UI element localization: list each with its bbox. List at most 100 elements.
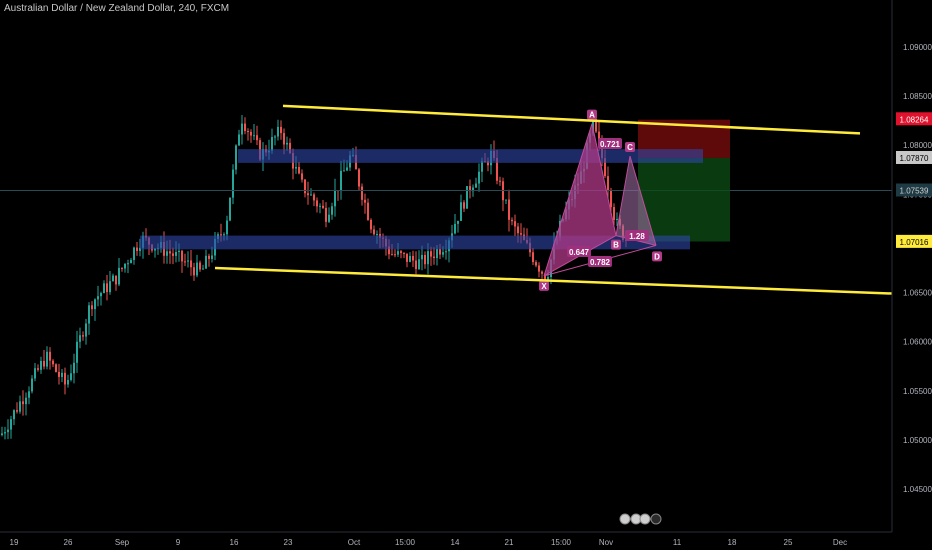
axes: 1.090001.085001.080001.075001.070001.065… (0, 0, 932, 547)
zones-layer (0, 119, 892, 250)
candle-body (121, 267, 123, 269)
candle-body (16, 410, 18, 412)
candle-body (613, 207, 615, 220)
candle-body (13, 410, 15, 420)
y-tick-label: 1.09000 (903, 43, 932, 52)
event-marker-icon[interactable] (639, 513, 651, 525)
candle-body (310, 194, 312, 196)
candle-body (70, 373, 72, 380)
candle-body (307, 193, 309, 196)
y-tick-label: 1.08000 (903, 141, 932, 150)
candle-body (271, 136, 273, 151)
candle-body (532, 252, 534, 263)
event-marker-icon[interactable] (650, 513, 662, 525)
candle-body (508, 199, 510, 220)
candle-body (229, 197, 231, 221)
candle-body (463, 202, 465, 209)
candle-body (235, 145, 237, 170)
candle-body (364, 199, 366, 203)
candle-body (19, 401, 21, 412)
candle-body (433, 256, 435, 259)
candle-body (340, 170, 342, 191)
price-chart[interactable]: A C B X D 0.721 1.28 0.6470.782 1.09000 1.08500 1… (0, 0, 932, 550)
candle-body (226, 220, 228, 235)
candle-body (457, 220, 459, 224)
ratio-label: 0.721 (600, 140, 621, 149)
candle-body (241, 123, 243, 135)
candle-body (238, 134, 240, 146)
candle-body (517, 226, 519, 234)
candle-body (346, 167, 348, 171)
candle-body (424, 254, 426, 265)
candle-body (367, 202, 369, 220)
candle-body (280, 126, 282, 134)
candle-body (130, 259, 132, 264)
candle-body (418, 259, 420, 270)
candle-body (541, 271, 543, 274)
candle-body (274, 136, 276, 138)
x-tick-label: Nov (599, 538, 613, 547)
candle-body (334, 190, 336, 207)
candle-body (79, 335, 81, 342)
candle-body (436, 249, 438, 259)
candle-body (196, 262, 198, 276)
candle-body (106, 283, 108, 293)
candle-body (610, 190, 612, 208)
candle-body (415, 260, 417, 270)
x-tick-label: 15:00 (551, 538, 572, 547)
lower-trend-line[interactable] (214, 266, 893, 295)
candle-body (97, 296, 99, 300)
candle-body (169, 251, 171, 254)
candle-body (199, 262, 201, 270)
candle-body (94, 299, 96, 310)
x-tick-label: Sep (115, 538, 130, 547)
x-tick-label: 11 (673, 538, 682, 547)
candle-body (373, 229, 375, 235)
pattern-point-label: C (627, 143, 633, 152)
ratio-label: 0.782 (590, 258, 611, 267)
candle-body (112, 275, 114, 282)
candle-body (175, 252, 177, 256)
candle-body (25, 397, 27, 405)
candle-body (283, 133, 285, 145)
y-tick-label: 1.04500 (903, 485, 932, 494)
candle-body (208, 255, 210, 259)
candle-body (499, 180, 501, 182)
candle-body (376, 234, 378, 236)
candle-body (178, 250, 180, 253)
candle-body (412, 255, 414, 261)
candle-body (322, 205, 324, 208)
candle-body (76, 341, 78, 363)
candle-body (505, 199, 507, 201)
candle-body (439, 249, 441, 255)
candle-body (61, 372, 63, 377)
price-badge-label: 1.07016 (900, 238, 929, 247)
candle-body (409, 255, 411, 262)
price-badge-label: 1.07870 (900, 154, 929, 163)
candle-body (58, 371, 60, 377)
candle-body (220, 234, 222, 236)
take-profit-zone[interactable] (638, 157, 730, 242)
candle-body (454, 223, 456, 234)
candle-body (103, 283, 105, 294)
candle-body (127, 263, 129, 265)
upper-trend-line[interactable] (282, 104, 861, 135)
candle-body (64, 372, 66, 385)
candle-body (187, 260, 189, 262)
x-tick-label: Oct (348, 538, 361, 547)
candle-body (400, 251, 402, 253)
candle-body (319, 205, 321, 207)
candle-body (115, 275, 117, 285)
candle-body (244, 123, 246, 132)
candle-body (232, 169, 234, 198)
candle-body (250, 131, 252, 136)
candle-body (478, 171, 480, 184)
candle-body (52, 360, 54, 365)
candle-body (37, 368, 39, 370)
x-tick-label: 14 (451, 538, 460, 547)
candle-body (304, 179, 306, 194)
event-marker-icon[interactable] (619, 513, 631, 525)
candle-body (394, 254, 396, 256)
candle-body (538, 265, 540, 272)
x-tick-label: Dec (833, 538, 847, 547)
